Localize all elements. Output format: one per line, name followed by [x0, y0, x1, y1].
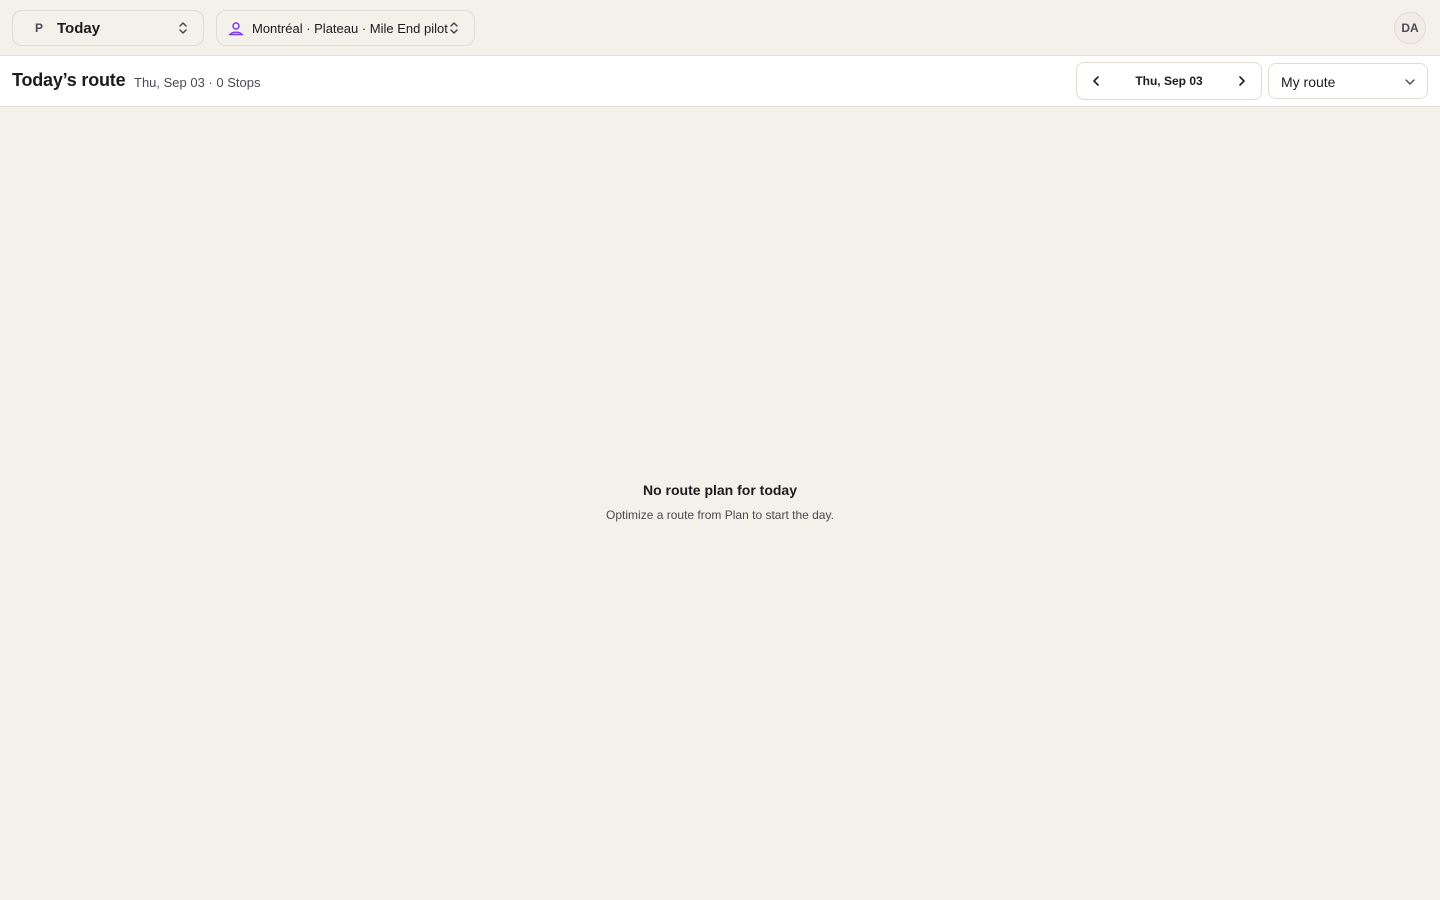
- page-header: Today’s route Thu, Sep 03 · 0 Stops Thu,…: [0, 56, 1440, 107]
- chevron-down-icon: [1405, 79, 1415, 85]
- region-switcher[interactable]: Montréal · Plateau · Mile End pilot: [216, 10, 475, 46]
- date-navigator: Thu, Sep 03: [1076, 62, 1262, 100]
- chevron-left-icon: [1093, 76, 1099, 86]
- next-day-button[interactable]: [1233, 72, 1251, 90]
- current-date[interactable]: Thu, Sep 03: [1113, 74, 1225, 88]
- empty-state-subtitle: Optimize a route from Plan to start the …: [606, 508, 834, 522]
- workspace-name: Today: [57, 19, 101, 37]
- user-avatar[interactable]: DA: [1394, 12, 1426, 44]
- route-select-value: My route: [1281, 74, 1336, 90]
- chevron-up-down-icon: [179, 22, 187, 34]
- page-meta: Thu, Sep 03 · 0 Stops: [134, 75, 261, 90]
- empty-state-title: No route plan for today: [643, 482, 797, 498]
- workspace-letter: P: [34, 21, 43, 35]
- chevron-up-down-icon: [450, 22, 458, 34]
- chevron-right-icon: [1239, 76, 1245, 86]
- route-select[interactable]: My route: [1268, 63, 1428, 99]
- top-bar: P Today Montréal · Plateau · Mile End pi…: [0, 0, 1440, 56]
- previous-day-button[interactable]: [1087, 72, 1105, 90]
- workspace-switcher[interactable]: P Today: [12, 10, 204, 46]
- region-name: Montréal · Plateau · Mile End pilot: [252, 20, 448, 36]
- avatar-initials: DA: [1401, 21, 1419, 35]
- page-title: Today’s route: [12, 70, 126, 90]
- user-location-icon: [228, 22, 244, 36]
- empty-state: No route plan for today Optimize a route…: [0, 482, 1440, 522]
